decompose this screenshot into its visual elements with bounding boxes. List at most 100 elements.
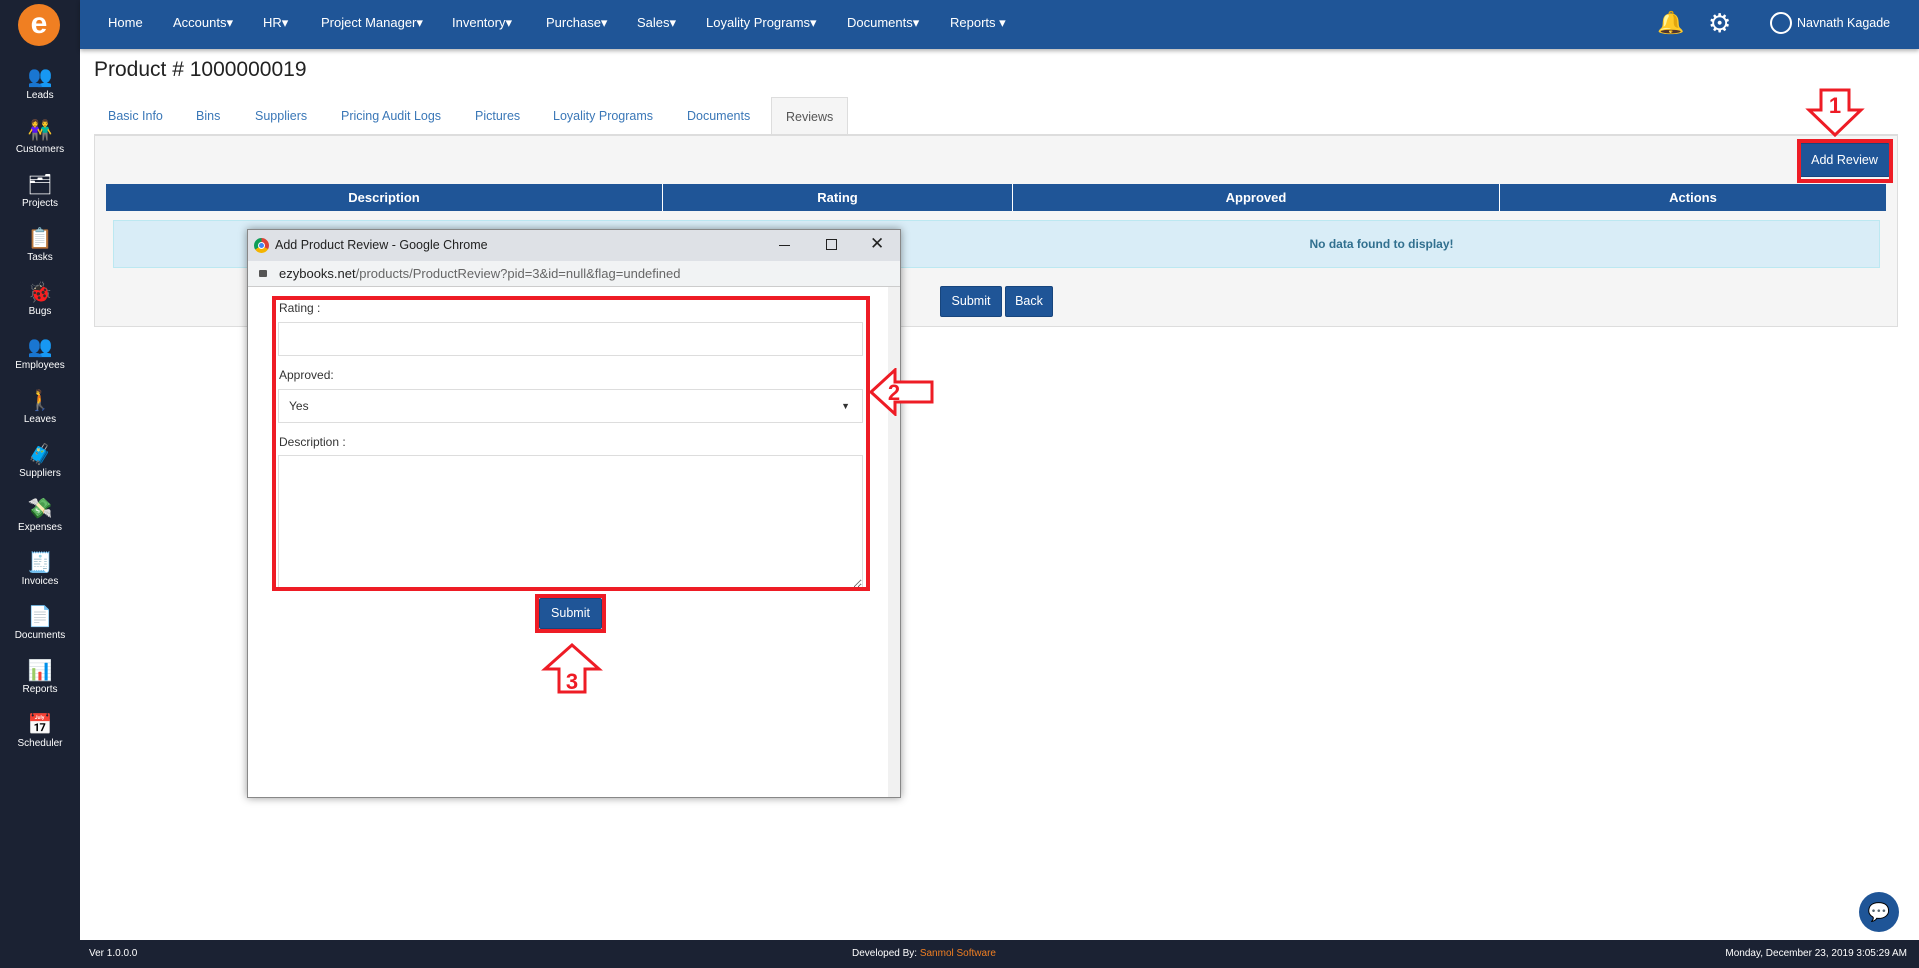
sidebar-item-customers[interactable]: 👫 Customers [0, 120, 80, 155]
chat-button[interactable]: 💬 [1859, 892, 1899, 932]
sidebar-item-leads[interactable]: 👥 Leads [0, 66, 80, 101]
sidebar-item-label: Documents [14, 630, 66, 641]
sidebar-item-label: Leads [26, 90, 54, 101]
annotation-box-add-review [1797, 139, 1893, 183]
tab-pictures[interactable]: Pictures [461, 97, 534, 135]
nav-item-documents[interactable]: Documents▾ [847, 15, 919, 31]
user-avatar-icon[interactable] [1770, 12, 1792, 34]
submit-button[interactable]: Submit [940, 286, 1002, 317]
sidebar-item-suppliers[interactable]: 🧳 Suppliers [0, 444, 80, 479]
leaves-icon: 🚶 [27, 390, 53, 412]
tasks-icon: 📋 [27, 228, 53, 250]
nav-item-home[interactable]: Home [108, 15, 143, 30]
annotation-label-1: 1 [1829, 93, 1841, 118]
nav-item-loyalityprograms[interactable]: Loyality Programs▾ [706, 15, 817, 31]
nav-item-accounts[interactable]: Accounts▾ [173, 15, 233, 31]
documents-icon: 📄 [27, 606, 53, 628]
tab-basic-info[interactable]: Basic Info [94, 97, 177, 135]
bugs-icon: 🐞 [27, 282, 53, 304]
annotation-arrow-1: 1 [1805, 88, 1865, 138]
datetime-text: Monday, December 23, 2019 3:05:29 AM [1725, 948, 1907, 959]
reports-icon: 📊 [27, 660, 53, 682]
sidebar-item-label: Expenses [18, 522, 62, 533]
expenses-icon: 💸 [27, 498, 53, 520]
user-name[interactable]: Navnath Kagade [1797, 16, 1890, 30]
sidebar-item-label: Suppliers [19, 468, 61, 479]
url-host: ezybooks.net [279, 266, 356, 281]
annotation-label-3: 3 [566, 669, 578, 694]
footer: Ver 1.0.0.0 Developed By: Sanmol Softwar… [80, 940, 1919, 968]
nav-item-inventory[interactable]: Inventory▾ [452, 15, 512, 31]
annotation-label-2: 2 [888, 380, 900, 405]
tab-bins[interactable]: Bins [182, 97, 234, 135]
company-link[interactable]: Sanmol Software [920, 948, 996, 959]
developed-by-label: Developed By: [852, 948, 918, 959]
page-title: Product # 1000000019 [94, 58, 307, 81]
tab-pricing-audit-logs[interactable]: Pricing Audit Logs [327, 97, 455, 135]
sidebar-item-reports[interactable]: 📊 Reports [0, 660, 80, 695]
invoices-icon: 🧾 [27, 552, 53, 574]
leads-icon: 👥 [27, 66, 53, 88]
sidebar-item-tasks[interactable]: 📋 Tasks [0, 228, 80, 263]
chat-icon: 💬 [1867, 902, 1891, 922]
back-button[interactable]: Back [1005, 286, 1053, 317]
nav-item-sales[interactable]: Sales▾ [637, 15, 676, 31]
chrome-icon [254, 238, 269, 253]
close-icon[interactable]: ✕ [870, 234, 884, 254]
popup-address-bar[interactable]: ezybooks.net/products/ProductReview?pid=… [248, 261, 900, 287]
tab-loyality-programs[interactable]: Loyality Programs [539, 97, 667, 135]
scheduler-icon: 📅 [27, 714, 53, 736]
column-header-description[interactable]: Description [106, 184, 663, 211]
suppliers-icon: 🧳 [27, 444, 53, 466]
nav-item-reports[interactable]: Reports ▾ [950, 15, 1006, 31]
sidebar-item-label: Reports [22, 684, 58, 695]
annotation-arrow-2: 2 [869, 368, 934, 416]
customers-icon: 👫 [27, 120, 53, 142]
minimize-icon[interactable] [779, 245, 790, 246]
sidebar-item-projects[interactable]: 🗂 Projects [0, 174, 80, 209]
tab-reviews[interactable]: Reviews [771, 97, 849, 135]
employees-icon: 👥 [27, 336, 53, 358]
sidebar-item-bugs[interactable]: 🐞 Bugs [0, 282, 80, 317]
annotation-box-submit [535, 594, 606, 633]
annotation-arrow-3: 3 [541, 643, 603, 694]
nav-item-purchase[interactable]: Purchase▾ [546, 15, 607, 31]
popup-title-bar: Add Product Review - Google Chrome ✕ [248, 230, 900, 261]
column-header-rating[interactable]: Rating [663, 184, 1013, 211]
sidebar-item-label: Leaves [23, 414, 57, 425]
sidebar-item-label: Tasks [27, 252, 53, 263]
bell-icon[interactable]: 🔔 [1657, 10, 1684, 36]
lock-icon [259, 270, 267, 277]
projects-icon: 🗂 [27, 174, 53, 196]
sidebar-item-leaves[interactable]: 🚶 Leaves [0, 390, 80, 425]
reviews-table-header: Description Rating Approved Actions [106, 184, 1886, 211]
sidebar-item-documents[interactable]: 📄 Documents [0, 606, 80, 641]
nav-item-projectmanager[interactable]: Project Manager▾ [321, 15, 423, 31]
sidebar-item-expenses[interactable]: 💸 Expenses [0, 498, 80, 533]
column-header-approved[interactable]: Approved [1013, 184, 1500, 211]
sidebar-item-label: Bugs [28, 306, 52, 317]
sidebar-item-label: Scheduler [17, 738, 63, 749]
sidebar-item-label: Customers [15, 144, 65, 155]
popup-title: Add Product Review - Google Chrome [275, 238, 488, 252]
settings-gear-icon[interactable]: ⚙ [1708, 8, 1731, 39]
version-text: Ver 1.0.0.0 [89, 948, 138, 959]
url-path: /products/ProductReview?pid=3&id=null&fl… [355, 266, 681, 281]
top-navbar: Home Accounts▾ HR▾ Project Manager▾ Inventor… [80, 0, 1919, 49]
sidebar-item-label: Employees [15, 360, 65, 371]
annotation-box-form [272, 296, 870, 591]
sidebar-item-scheduler[interactable]: 📅 Scheduler [0, 714, 80, 749]
sidebar-item-label: Invoices [21, 576, 59, 587]
tab-documents[interactable]: Documents [673, 97, 764, 135]
app-logo[interactable]: e [18, 4, 60, 46]
tab-suppliers[interactable]: Suppliers [241, 97, 321, 135]
sidebar-item-invoices[interactable]: 🧾 Invoices [0, 552, 80, 587]
column-header-actions: Actions [1669, 190, 1717, 205]
maximize-icon[interactable] [826, 239, 837, 250]
sidebar: e 👥 Leads 👫 Customers 🗂 Projects 📋 Tasks 🐞 Bugs 👥 E… [0, 0, 80, 968]
nav-item-hr[interactable]: HR▾ [263, 15, 288, 31]
popup-scrollbar[interactable] [888, 287, 900, 797]
sidebar-item-label: Projects [21, 198, 59, 209]
empty-text: No data found to display! [1309, 237, 1454, 251]
sidebar-item-employees[interactable]: 👥 Employees [0, 336, 80, 371]
